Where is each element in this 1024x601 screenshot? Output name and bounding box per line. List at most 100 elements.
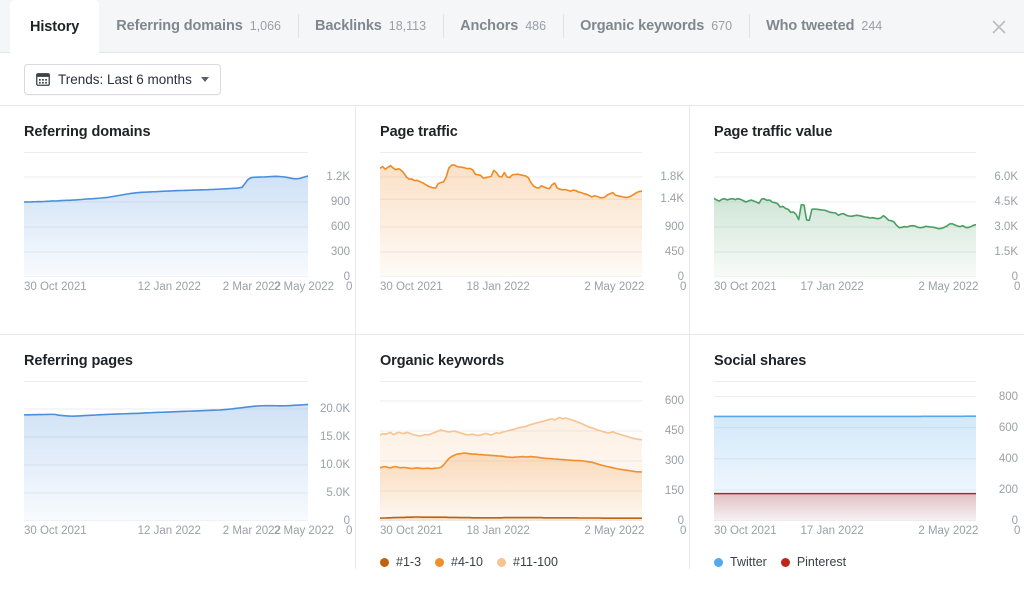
chevron-down-icon [200, 76, 209, 82]
y-tick-label: 300 [664, 455, 684, 467]
chart-panel-page-traffic: Page traffic 1.8K 1.4K 900 450 0 30 Oct 2021 18… [356, 106, 690, 335]
chart-plot-area[interactable]: 6.0K 4.5K 3.0K 1.5K 0 [714, 152, 1024, 283]
chart-title: Page traffic value [714, 124, 833, 140]
legend-item[interactable]: Twitter [714, 555, 767, 569]
chart-panel-referring-pages: Referring pages 20.0K 15.0K 10.0K 5.0K 0 30 Oc… [0, 335, 356, 569]
tab-label: Backlinks [314, 18, 382, 34]
chart-canvas [24, 152, 308, 277]
series-area [714, 493, 976, 521]
y-tick-label: 5.0K [326, 487, 350, 499]
legend-label: #4-10 [451, 555, 484, 569]
x-tick-label: 2 May 2022 [584, 525, 645, 537]
chart-canvas [24, 381, 308, 521]
x-tick-label: 18 Jan 2022 [466, 281, 530, 293]
legend-label: #1-3 [396, 555, 422, 569]
y-tick-label: 3.0K [994, 221, 1018, 233]
tab-label: Who tweeted [766, 18, 855, 34]
series-area [714, 198, 976, 277]
x-axis-labels: 30 Oct 2021 12 Jan 2022 2 Mar 2022 2 May 20… [24, 525, 355, 543]
chart-plot-area[interactable]: 1.8K 1.4K 900 450 0 [380, 152, 689, 283]
legend-label: Pinterest [796, 555, 847, 569]
x-axis-zero-label: 0 [680, 281, 687, 293]
y-tick-label: 200 [998, 483, 1018, 496]
y-tick-label: 10.0K [319, 459, 350, 471]
legend-item[interactable]: #1-3 [380, 555, 421, 569]
chart-plot-area[interactable]: 600 450 300 150 0 [380, 381, 689, 527]
tab-count: 18,113 [388, 19, 427, 33]
legend-label: Twitter [730, 555, 767, 569]
x-axis-zero-label: 0 [346, 281, 353, 293]
chart-canvas [714, 152, 976, 277]
x-axis-labels: 30 Oct 2021 12 Jan 2022 2 Mar 2022 2 May 20… [24, 281, 355, 299]
y-tick-label: 1.4K [660, 193, 684, 206]
x-axis-labels: 30 Oct 2021 17 Jan 2022 2 May 2022 0 [714, 281, 1024, 299]
legend-label: #11-100 [513, 555, 558, 569]
y-axis-labels: 600 450 300 150 0 [636, 381, 684, 527]
trends-range-dropdown[interactable]: Trends: Last 6 months [24, 63, 221, 95]
chart-plot-area[interactable]: 800 600 400 200 0 [714, 381, 1024, 527]
x-tick-label: 30 Oct 2021 [380, 525, 443, 537]
chart-canvas [714, 381, 976, 521]
y-tick-label: 1.8K [660, 171, 684, 183]
chart-canvas [380, 381, 642, 521]
y-tick-label: 4.5K [994, 196, 1018, 208]
tab-label: History [30, 18, 80, 35]
chart-title: Organic keywords [380, 353, 505, 369]
x-axis-labels: 30 Oct 2021 18 Jan 2022 2 May 2022 0 [380, 281, 689, 299]
y-tick-label: 600 [330, 221, 350, 233]
legend-item[interactable]: #11-100 [497, 555, 558, 569]
x-tick-label: 2 Mar 2022 [222, 281, 281, 293]
chart-canvas [380, 152, 642, 277]
x-tick-label: 12 Jan 2022 [137, 525, 201, 537]
x-tick-label: 2 Mar 2022 [222, 525, 281, 537]
tab-bar: History Referring domains 1,066 Backlinks 18… [0, 0, 1024, 53]
tab-count: 670 [711, 19, 733, 33]
x-axis-labels: 30 Oct 2021 17 Jan 2022 2 May 2022 0 [714, 525, 1024, 543]
chart-legend: #1-3 #4-10 #11-100 [380, 555, 689, 569]
tab-organic-keywords[interactable]: Organic keywords 670 [563, 0, 749, 52]
charts-grid: Referring domains 1.2K 900 600 300 0 30 Oct 20… [0, 105, 1024, 569]
y-tick-label: 450 [664, 425, 684, 437]
tab-label: Referring domains [116, 18, 243, 34]
tab-count: 1,066 [249, 19, 281, 33]
x-tick-label: 30 Oct 2021 [714, 281, 777, 293]
tab-who-tweeted[interactable]: Who tweeted 244 [749, 0, 899, 52]
filter-bar: Trends: Last 6 months [0, 53, 1024, 105]
chart-title: Referring domains [24, 124, 151, 140]
x-tick-label: 12 Jan 2022 [137, 281, 201, 293]
legend-color-dot [714, 557, 723, 567]
tab-referring-domains[interactable]: Referring domains 1,066 [99, 0, 298, 52]
chart-panel-referring-domains: Referring domains 1.2K 900 600 300 0 30 Oct 20… [0, 106, 356, 335]
y-axis-labels: 1.8K 1.4K 900 450 0 [636, 152, 684, 283]
x-tick-label: 2 May 2022 [273, 281, 335, 293]
y-axis-labels: 20.0K 15.0K 10.0K 5.0K 0 [302, 381, 350, 527]
legend-item[interactable]: Pinterest [780, 555, 847, 569]
y-tick-label: 1.2K [326, 171, 350, 183]
tab-backlinks[interactable]: Backlinks 18,113 [297, 0, 443, 52]
close-icon[interactable] [988, 16, 1010, 38]
y-tick-label: 6.0K [994, 171, 1018, 183]
x-axis-zero-label: 0 [1014, 525, 1021, 537]
tab-history[interactable]: History [10, 0, 100, 53]
x-tick-label: 30 Oct 2021 [714, 525, 777, 537]
y-tick-label: 300 [330, 246, 350, 258]
tab-count: 486 [525, 19, 547, 33]
x-tick-label: 2 May 2022 [273, 525, 335, 537]
y-tick-label: 1.5K [994, 246, 1018, 258]
tab-label: Anchors [460, 18, 519, 34]
tab-label: Organic keywords [580, 18, 705, 34]
chart-panel-social-shares: Social shares 800 600 400 200 0 30 Oct 2021 17 … [690, 335, 1024, 569]
tab-count: 244 [861, 19, 883, 33]
y-tick-label: 600 [998, 421, 1018, 434]
x-tick-label: 30 Oct 2021 [380, 281, 443, 293]
chart-plot-area[interactable]: 20.0K 15.0K 10.0K 5.0K 0 [24, 381, 355, 527]
chart-plot-area[interactable]: 1.2K 900 600 300 0 [24, 152, 355, 283]
y-axis-labels: 1.2K 900 600 300 0 [302, 152, 350, 283]
tab-anchors[interactable]: Anchors 486 [443, 0, 563, 52]
y-tick-label: 800 [998, 390, 1018, 403]
y-tick-label: 150 [664, 485, 684, 497]
x-axis-zero-label: 0 [680, 525, 687, 537]
x-tick-label: 18 Jan 2022 [466, 525, 530, 537]
legend-item[interactable]: #4-10 [435, 555, 483, 569]
y-tick-label: 400 [998, 452, 1018, 465]
